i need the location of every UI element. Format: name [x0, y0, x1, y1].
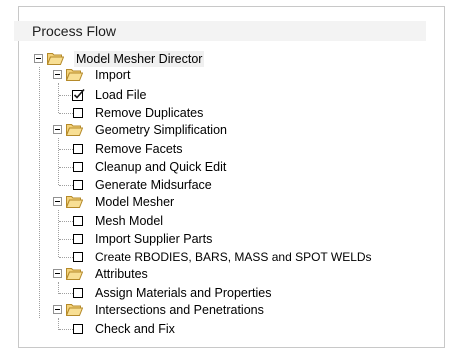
tree-connector	[59, 239, 73, 240]
tree-connector	[59, 95, 73, 96]
collapse-toggle-icon[interactable]	[53, 70, 62, 79]
tree-connector	[39, 67, 40, 318]
tree-connector	[58, 83, 59, 113]
collapse-toggle-icon[interactable]	[53, 305, 62, 314]
folder-open-icon	[66, 69, 83, 81]
tree-item-label: Assign Materials and Properties	[95, 286, 272, 300]
tree-item-label: Remove Facets	[95, 142, 183, 156]
tree-connector	[59, 167, 73, 168]
tree-connector	[58, 138, 59, 185]
collapse-toggle-icon[interactable]	[53, 269, 62, 278]
tree-group-label: Attributes	[95, 267, 148, 281]
checkbox-icon[interactable]	[73, 144, 83, 154]
folder-open-icon	[66, 304, 83, 316]
checked-checkbox-icon[interactable]	[72, 88, 85, 101]
tree-item-label: Cleanup and Quick Edit	[95, 160, 227, 174]
folder-open-icon	[66, 124, 83, 136]
collapse-toggle-icon[interactable]	[53, 197, 62, 206]
tree-item-label: Check and Fix	[95, 322, 175, 336]
checkbox-icon[interactable]	[73, 234, 83, 244]
checkbox-icon[interactable]	[73, 288, 83, 298]
tree-connector	[59, 257, 73, 258]
tree-group-label: Model Mesher	[95, 195, 175, 209]
folder-open-icon	[47, 53, 64, 65]
tree-item-label: Mesh Model	[95, 214, 164, 228]
process-tree: Model Mesher Director Import Load File R…	[0, 0, 451, 349]
tree-node-label: Model Mesher Director	[74, 51, 205, 67]
tree-connector	[58, 210, 59, 257]
tree-group-label: Geometry Simplification	[95, 123, 227, 137]
checkbox-icon[interactable]	[73, 108, 83, 118]
checkbox-icon[interactable]	[73, 162, 83, 172]
checkbox-icon[interactable]	[73, 324, 83, 334]
tree-connector	[59, 185, 73, 186]
folder-open-icon	[66, 196, 83, 208]
collapse-toggle-icon[interactable]	[53, 125, 62, 134]
collapse-toggle-icon[interactable]	[34, 54, 43, 63]
tree-connector	[59, 293, 73, 294]
tree-connector	[59, 149, 73, 150]
tree-group-label: Intersections and Penetrations	[95, 303, 264, 317]
tree-item-label: Generate Midsurface	[95, 178, 212, 192]
tree-item-label: Remove Duplicates	[95, 106, 204, 120]
tree-group-label: Import	[95, 68, 131, 82]
checkbox-icon[interactable]	[73, 252, 83, 262]
tree-item-label: Import Supplier Parts	[95, 232, 213, 246]
tree-connector	[59, 113, 73, 114]
tree-connector	[59, 329, 73, 330]
checkbox-icon[interactable]	[73, 180, 83, 190]
folder-open-icon	[66, 268, 83, 280]
tree-connector	[59, 221, 73, 222]
tree-item-label: Create RBODIES, BARS, MASS and SPOT WELD…	[95, 250, 372, 264]
tree-item-label: Load File	[95, 88, 147, 102]
checkbox-icon[interactable]	[73, 216, 83, 226]
